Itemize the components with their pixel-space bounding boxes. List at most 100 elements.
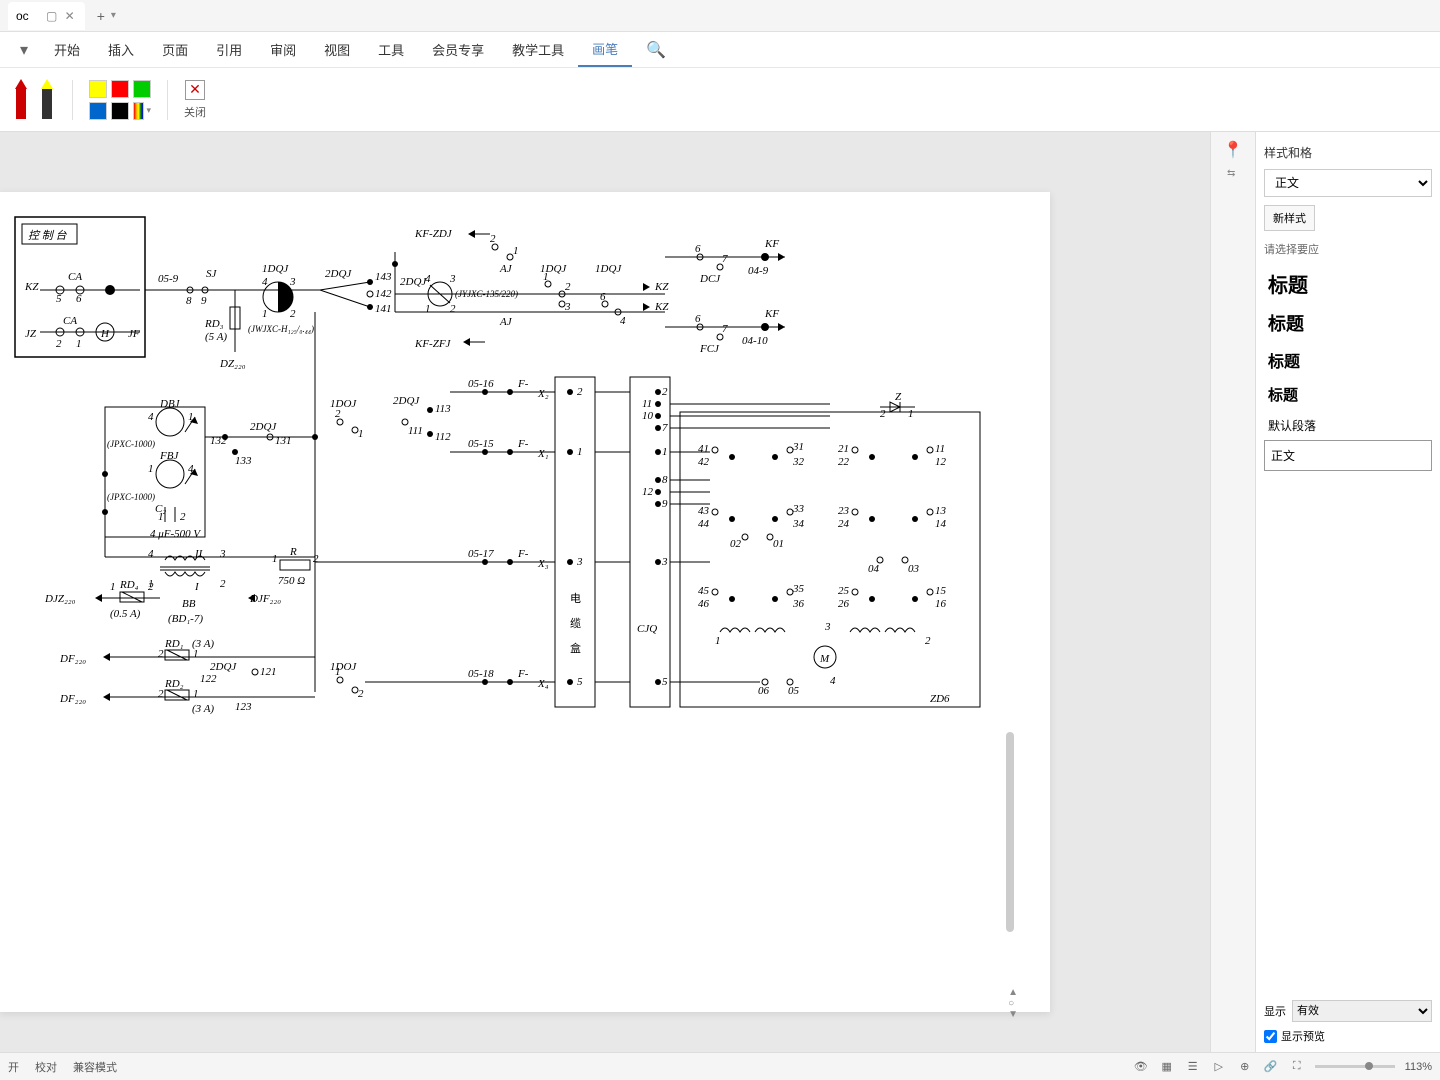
menu-tools[interactable]: 工具 [364, 32, 418, 67]
status-compat[interactable]: 兼容模式 [73, 1059, 117, 1075]
style-body-text[interactable]: 正文 [1264, 440, 1432, 471]
svg-text:(JYJXC-135/220): (JYJXC-135/220) [455, 289, 518, 299]
preview-checkbox-row[interactable]: 显示预览 [1264, 1028, 1432, 1044]
svg-text:2: 2 [313, 553, 319, 565]
svg-text:23: 23 [838, 505, 850, 517]
collapse-icon[interactable]: ⇆ [1227, 168, 1239, 180]
svg-text:JZ: JZ [25, 328, 37, 340]
menu-member[interactable]: 会员专享 [418, 32, 498, 67]
style-heading-4[interactable]: 标题 [1264, 378, 1432, 411]
svg-text:3: 3 [289, 276, 296, 288]
svg-text:16: 16 [935, 598, 947, 610]
svg-text:2: 2 [56, 338, 62, 350]
document-tab[interactable]: oc ▢ ✕ [8, 2, 85, 30]
svg-text:42: 42 [698, 456, 710, 468]
document-canvas[interactable]: ↖ 控 制 台 KZ CA 5 6 JZ CA 2 1 [0, 132, 1210, 1052]
red-pen-tool[interactable] [12, 79, 30, 121]
svg-text:KZ: KZ [24, 281, 39, 293]
svg-text:34: 34 [792, 518, 805, 530]
svg-text:123: 123 [235, 701, 252, 713]
menu-reference[interactable]: 引用 [202, 32, 256, 67]
svg-text:2DQJ: 2DQJ [393, 395, 420, 407]
style-heading-1[interactable]: 标题 [1264, 263, 1432, 304]
preview-checkbox[interactable] [1264, 1030, 1277, 1043]
svg-text:113: 113 [435, 403, 451, 415]
status-open[interactable]: 开 [8, 1059, 19, 1075]
tab-window-icon[interactable]: ▢ [45, 9, 59, 23]
eye-icon[interactable]: 👁 [1133, 1059, 1149, 1075]
svg-text:9: 9 [662, 498, 668, 510]
svg-text:DJZ₂₂₀: DJZ₂₂₀ [44, 593, 76, 605]
tab-close-icon[interactable]: ✕ [63, 9, 77, 23]
svg-text:M: M [819, 653, 830, 665]
close-pen-button[interactable]: ✕ 关闭 [184, 80, 206, 120]
svg-text:1DQJ: 1DQJ [595, 263, 622, 275]
new-style-button[interactable]: 新样式 [1264, 205, 1315, 231]
color-blue[interactable] [89, 102, 107, 120]
style-heading-3[interactable]: 标题 [1264, 342, 1432, 378]
menu-start[interactable]: 开始 [40, 32, 94, 67]
svg-text:1: 1 [193, 688, 199, 700]
link-icon[interactable]: 🔗 [1263, 1059, 1279, 1075]
svg-text:5: 5 [662, 676, 668, 688]
svg-text:6: 6 [695, 313, 701, 325]
svg-text:2DQJ: 2DQJ [325, 268, 352, 280]
color-green[interactable] [133, 80, 151, 98]
vertical-scrollbar[interactable] [1006, 732, 1014, 932]
tab-menu-dropdown[interactable]: ▾ [111, 10, 116, 21]
show-select[interactable]: 有效 [1292, 1000, 1432, 1022]
svg-text:X₄: X₄ [537, 678, 549, 690]
color-yellow[interactable] [89, 80, 107, 98]
svg-text:32: 32 [792, 456, 805, 468]
svg-text:(BD₁-7): (BD₁-7) [168, 613, 203, 625]
color-more-dropdown[interactable]: ▾ [133, 102, 151, 120]
web-layout-icon[interactable]: ⊕ [1237, 1059, 1253, 1075]
svg-text:4: 4 [148, 411, 154, 423]
outline-icon[interactable]: ☰ [1185, 1059, 1201, 1075]
svg-text:11: 11 [642, 398, 652, 410]
page-layout-icon[interactable]: ▦ [1159, 1059, 1175, 1075]
menu-page[interactable]: 页面 [148, 32, 202, 67]
svg-text:KF: KF [764, 238, 779, 250]
svg-text:KZ: KZ [654, 281, 669, 293]
right-tool-strip: 📍 ⇆ [1210, 132, 1255, 1052]
current-style-select[interactable]: 正文 [1264, 169, 1432, 197]
status-bar: 开 校对 兼容模式 👁 ▦ ☰ ▷ ⊕ 🔗 ⛶ 113% [0, 1052, 1440, 1080]
svg-text:盒: 盒 [570, 641, 581, 655]
style-default-paragraph[interactable]: 默认段落 [1264, 411, 1432, 440]
style-heading-2[interactable]: 标题 [1264, 304, 1432, 342]
svg-text:KF: KF [764, 308, 779, 320]
color-black[interactable] [111, 102, 129, 120]
svg-text:KF-ZFJ: KF-ZFJ [414, 338, 452, 350]
color-red[interactable] [111, 80, 129, 98]
search-icon[interactable]: 🔍 [632, 40, 680, 60]
svg-text:(5 A): (5 A) [205, 331, 227, 343]
zoom-slider[interactable] [1315, 1065, 1395, 1068]
menu-view[interactable]: 视图 [310, 32, 364, 67]
zoom-level[interactable]: 113% [1405, 1061, 1432, 1073]
svg-text:8: 8 [186, 295, 192, 307]
svg-text:2: 2 [290, 308, 296, 320]
svg-text:R: R [289, 546, 297, 558]
highlighter-tool[interactable] [38, 79, 56, 121]
status-proofing[interactable]: 校对 [35, 1059, 57, 1075]
menu-pen[interactable]: 画笔 [578, 32, 632, 67]
location-pin-icon[interactable]: 📍 [1223, 140, 1243, 160]
svg-text:133: 133 [235, 455, 252, 467]
svg-text:3: 3 [449, 273, 456, 285]
svg-text:15: 15 [935, 585, 947, 597]
svg-text:43: 43 [698, 505, 710, 517]
svg-text:26: 26 [838, 598, 850, 610]
svg-text:1DQJ: 1DQJ [262, 263, 289, 275]
scroll-arrows[interactable]: ▲○▼ [1008, 987, 1018, 1020]
menu-review[interactable]: 审阅 [256, 32, 310, 67]
fit-icon[interactable]: ⛶ [1289, 1059, 1305, 1075]
svg-text:1: 1 [193, 648, 199, 660]
read-mode-icon[interactable]: ▷ [1211, 1059, 1227, 1075]
svg-text:12: 12 [642, 486, 654, 498]
svg-text:45: 45 [698, 585, 710, 597]
menu-teaching[interactable]: 教学工具 [498, 32, 578, 67]
new-tab-button[interactable]: + [97, 8, 105, 24]
menu-dropdown-icon[interactable]: ▾ [8, 40, 40, 60]
menu-insert[interactable]: 插入 [94, 32, 148, 67]
